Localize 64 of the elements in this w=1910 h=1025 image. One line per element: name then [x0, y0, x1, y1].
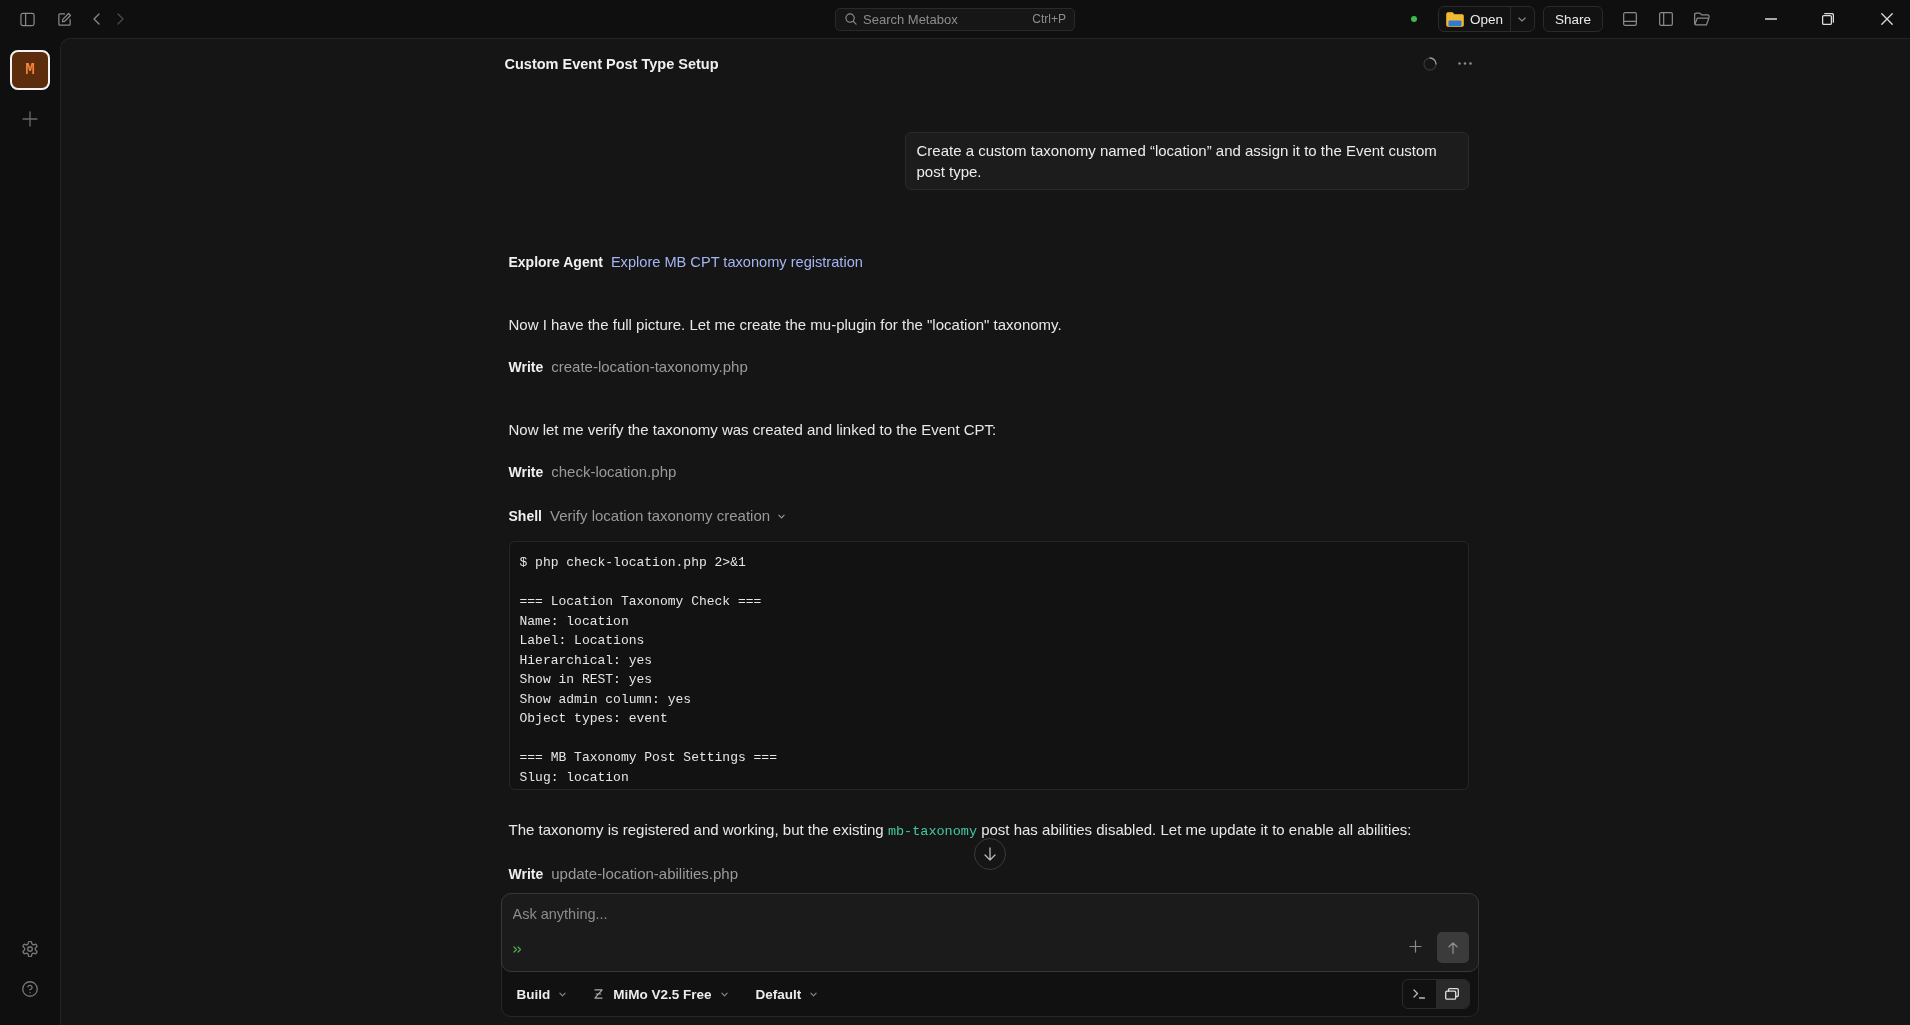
search-icon [845, 13, 857, 25]
output-line: Show admin column: yes [519, 690, 692, 709]
search-field[interactable]: Search Metabox Ctrl+P [835, 7, 1075, 31]
dropdown-button[interactable]: Default [755, 986, 818, 1002]
edit-icon[interactable] [57, 11, 72, 27]
output-line: Show in REST: yes [519, 671, 653, 689]
file-name: create-location-taxonomy.php [551, 357, 748, 377]
output-line: $ php check-location.php 2>&1 [519, 554, 746, 572]
close-icon[interactable] [1881, 13, 1893, 25]
plus-icon[interactable] [22, 111, 38, 127]
file-name: update-location-abilities.php [551, 864, 739, 884]
arrow-down-icon [983, 847, 996, 861]
output-line: Name: location [519, 612, 629, 631]
assistant-message: Now let me verify the taxonomy was created and linked to the Event CPT: [508, 420, 997, 440]
panel-left-icon[interactable] [1659, 12, 1673, 26]
help-icon[interactable] [22, 981, 38, 997]
assistant-message: The taxonomy is registered and working, but the existing mb-taxonomy post has abilities disabled. Let me update it to enable all abilities: [508, 820, 1412, 841]
windows-button[interactable] [1435, 980, 1469, 1008]
restore-icon[interactable] [1822, 13, 1834, 25]
workspace-button[interactable]: M [10, 50, 50, 90]
tool-label: Write [508, 865, 544, 884]
tool-label: Write [508, 358, 544, 377]
output-line: Label: Locations [519, 632, 645, 650]
tool-label: Explore Agent [508, 253, 603, 272]
caret-down-icon [720, 991, 728, 997]
message-input[interactable]: Ask anything... [512, 903, 1469, 925]
dropdown-button[interactable]: MiMo V2.5 Free [594, 986, 728, 1002]
message-field[interactable]: Ask anything... [500, 893, 1479, 972]
back-icon[interactable] [93, 13, 100, 25]
output-line: Object types: event [519, 710, 668, 728]
folder-icon[interactable] [1694, 12, 1710, 26]
tool-label: Write [508, 463, 544, 482]
settings-icon[interactable] [22, 941, 38, 957]
arrow-up-icon [1447, 941, 1458, 954]
more-icon[interactable] [1457, 62, 1472, 65]
task-link[interactable]: Explore MB CPT taxonomy registration [610, 252, 863, 272]
output-line: === MB Taxonomy Post Settings === [519, 749, 777, 767]
keyboard-shortcut: Ctrl+P [1032, 12, 1066, 26]
assistant-message: Now I have the full picture. Let me create the mu-plugin for the "location" taxonomy. [508, 315, 1062, 335]
caret-down-icon [559, 991, 567, 997]
plus-icon[interactable] [1408, 940, 1422, 953]
output-line: === Location Taxonomy Check === [519, 593, 762, 611]
tool-label: Shell [508, 507, 542, 526]
send-button[interactable] [1436, 932, 1469, 963]
double-chevron-icon [512, 945, 522, 953]
terminal-icon [1413, 989, 1425, 999]
user-message: Create a custom taxonomy named “location” and assign it to the Event custom post type. [904, 132, 1469, 190]
dropdown-button[interactable]: Build [516, 986, 567, 1002]
output-line: Hierarchical: yes [519, 651, 653, 670]
folder-icon [1445, 11, 1464, 27]
scroll-down-button[interactable] [973, 838, 1006, 870]
status-dot-icon [1410, 16, 1417, 22]
search-input[interactable]: Search Metabox [863, 11, 1027, 27]
output-line: Slug: location [519, 768, 629, 787]
z-mark-icon [594, 989, 604, 999]
file-name: check-location.php [551, 462, 677, 482]
windows-icon [1445, 988, 1459, 1000]
caret-down-icon [810, 991, 818, 997]
conversation-title: Custom Event Post Type Setup [504, 55, 719, 72]
panel-bottom-icon[interactable] [1623, 12, 1637, 26]
shell-toggle[interactable]: Verify location taxonomy creation [549, 506, 786, 526]
sidebar-icon[interactable] [20, 11, 35, 27]
share-button[interactable]: Share [1542, 6, 1603, 32]
caret-down-icon [1518, 16, 1527, 22]
